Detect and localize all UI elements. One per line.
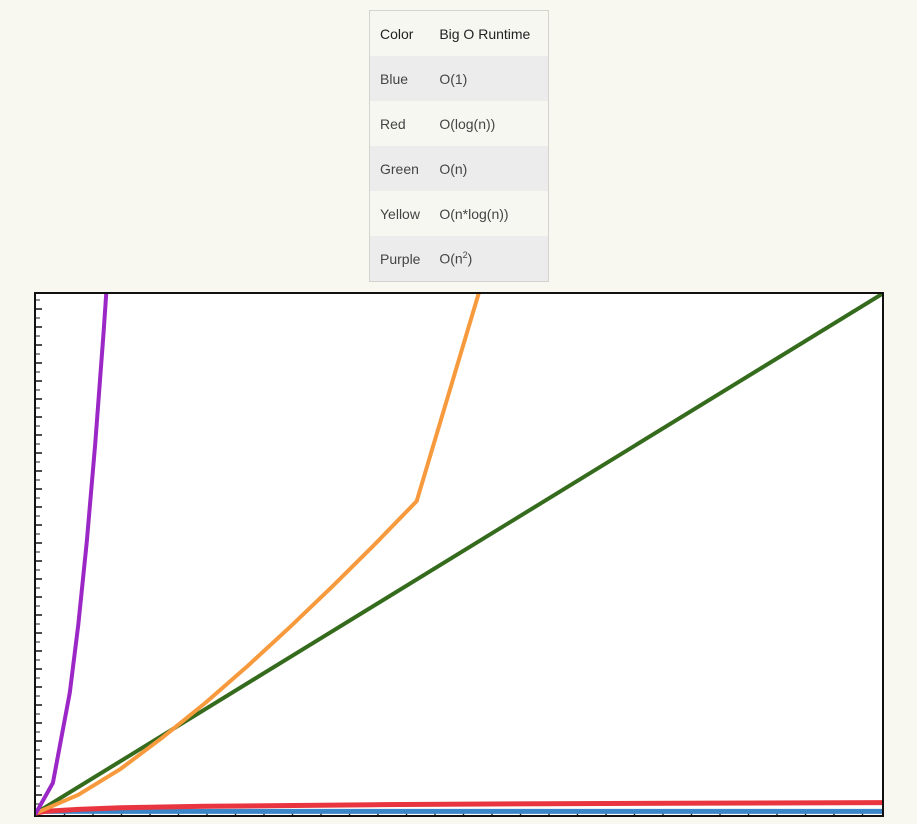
row-runtime: O(n2) [429, 236, 549, 282]
table-row: Blue O(1) [369, 56, 549, 101]
table-row: Red O(log(n)) [369, 101, 549, 146]
row-color: Green [369, 146, 430, 191]
big-o-chart [34, 292, 884, 817]
row-color: Red [369, 101, 430, 146]
row-color: Yellow [369, 191, 430, 236]
table-row: Purple O(n2) [369, 236, 549, 282]
header-runtime: Big O Runtime [429, 10, 549, 56]
chart-container [34, 292, 884, 817]
row-runtime: O(n*log(n)) [429, 191, 549, 236]
row-runtime: O(n) [429, 146, 549, 191]
header-color: Color [369, 10, 430, 56]
row-runtime: O(1) [429, 56, 549, 101]
row-color: Blue [369, 56, 430, 101]
row-color: Purple [369, 236, 430, 282]
table-row: Yellow O(n*log(n)) [369, 191, 549, 236]
table-row: Green O(n) [369, 146, 549, 191]
runtime-suffix: ) [467, 250, 473, 267]
table-header-row: Color Big O Runtime [369, 10, 549, 56]
page: Color Big O Runtime Blue O(1) Red O(log(… [0, 0, 917, 824]
runtime-prefix: O(n [439, 250, 463, 267]
row-runtime: O(log(n)) [429, 101, 549, 146]
legend-table: Color Big O Runtime Blue O(1) Red O(log(… [369, 10, 549, 282]
